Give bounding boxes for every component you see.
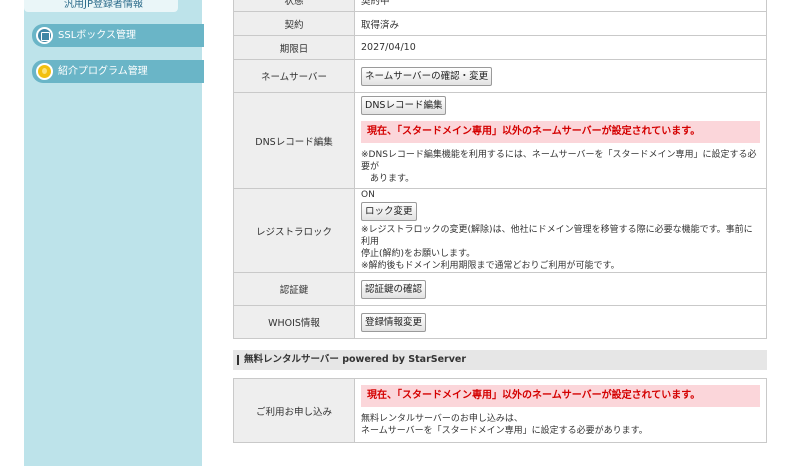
table-row: ネームサーバー ネームサーバーの確認・変更 [233,59,767,93]
table-row: WHOIS情報 登録情報変更 [233,305,767,339]
referral-icon [36,63,53,80]
dns-record-edit-button[interactable]: DNSレコード編集 [361,96,447,115]
ssl-box-icon [36,27,53,44]
application-cell: 現在、「スタードメイン専用」以外のネームサーバーが設定されています。 無料レンタ… [354,378,767,443]
contract-label: 契約 [233,11,355,36]
dns-cell: DNSレコード編集 現在、「スタードメイン専用」以外のネームサーバーが設定されて… [354,92,767,189]
nameserver-cell: ネームサーバーの確認・変更 [354,59,767,93]
sidebar-item-label: 汎用JP登録者情報 [64,0,143,10]
registration-info-change-button[interactable]: 登録情報変更 [361,312,427,332]
rental-server-heading-text: 無料レンタルサーバー powered by StarServer [244,354,467,365]
lock-note-line-1: ※レジストラロックの変更(解除)は、他社にドメイン管理を移管する際に必要な機能で… [361,225,753,247]
rental-note-line-1: 無料レンタルサーバーのお申し込みは、 [361,413,523,424]
expiry-label: 期限日 [233,35,355,60]
nameserver-label: ネームサーバー [233,59,355,93]
table-row: 契約 取得済み [233,11,767,36]
table-row: ご利用お申し込み 現在、「スタードメイン専用」以外のネームサーバーが設定されてい… [233,378,767,443]
expiry-value: 2027/04/10 [354,35,767,60]
sidebar-item-jp-registrant[interactable]: 汎用JP登録者情報 [24,0,178,12]
registrar-lock-label: レジストラロック [233,188,355,273]
table-row: レジストラロック ON ロック変更 ※レジストラロックの変更(解除)は、他社にド… [233,188,767,273]
sidebar-item-label: 紹介プログラム管理 [58,66,148,77]
rental-server-table: ご利用お申し込み 現在、「スタードメイン専用」以外のネームサーバーが設定されてい… [233,378,767,443]
auth-key-cell: 認証鍵の確認 [354,272,767,306]
application-label: ご利用お申し込み [233,378,355,443]
rental-nameserver-warning: 現在、「スタードメイン専用」以外のネームサーバーが設定されています。 [361,384,760,407]
dns-note-line-1: ※DNSレコード編集機能を利用するには、ネームサーバーを「スタードメイン専用」に… [361,150,757,172]
auth-key-label: 認証鍵 [233,272,355,306]
lock-note-line-2: 停止(解約)をお願いします。 [361,249,476,259]
auth-key-confirm-button[interactable]: 認証鍵の確認 [361,279,427,299]
rental-server-heading: 無料レンタルサーバー powered by StarServer [233,350,767,370]
registrar-lock-status: ON [361,190,375,200]
nameserver-confirm-change-button[interactable]: ネームサーバーの確認・変更 [361,66,493,86]
lock-change-button[interactable]: ロック変更 [361,202,417,221]
registrar-lock-cell: ON ロック変更 ※レジストラロックの変更(解除)は、他社にドメイン管理を移管す… [354,188,767,273]
nameserver-warning: 現在、「スタードメイン専用」以外のネームサーバーが設定されています。 [361,121,760,143]
whois-cell: 登録情報変更 [354,305,767,339]
dns-label: DNSレコード編集 [233,92,355,189]
heading-bar [237,355,239,365]
domain-info-table: 状態 契約中 契約 取得済み 期限日 2027/04/10 ネームサーバー ネー… [233,0,767,339]
dns-note-line-2: あります。 [361,174,415,184]
lock-note-line-3: ※解約後もドメイン利用期限まで通常どおりご利用が可能です。 [361,261,620,271]
table-row: 認証鍵 認証鍵の確認 [233,272,767,306]
sidebar-item-referral-program[interactable]: 紹介プログラム管理 [32,60,204,83]
table-row: 期限日 2027/04/10 [233,35,767,60]
row-label: 状態 [233,0,355,12]
whois-label: WHOIS情報 [233,305,355,339]
table-row: DNSレコード編集 DNSレコード編集 現在、「スタードメイン専用」以外のネーム… [233,92,767,189]
table-row: 状態 契約中 [233,0,767,12]
sidebar-item-ssl-box[interactable]: SSLボックス管理 [32,24,204,47]
sidebar-item-label: SSLボックス管理 [58,30,136,41]
row-value: 契約中 [354,0,767,12]
contract-value: 取得済み [354,11,767,36]
rental-note-line-2: ネームサーバーを「スタードメイン専用」に設定する必要があります。 [361,425,648,436]
